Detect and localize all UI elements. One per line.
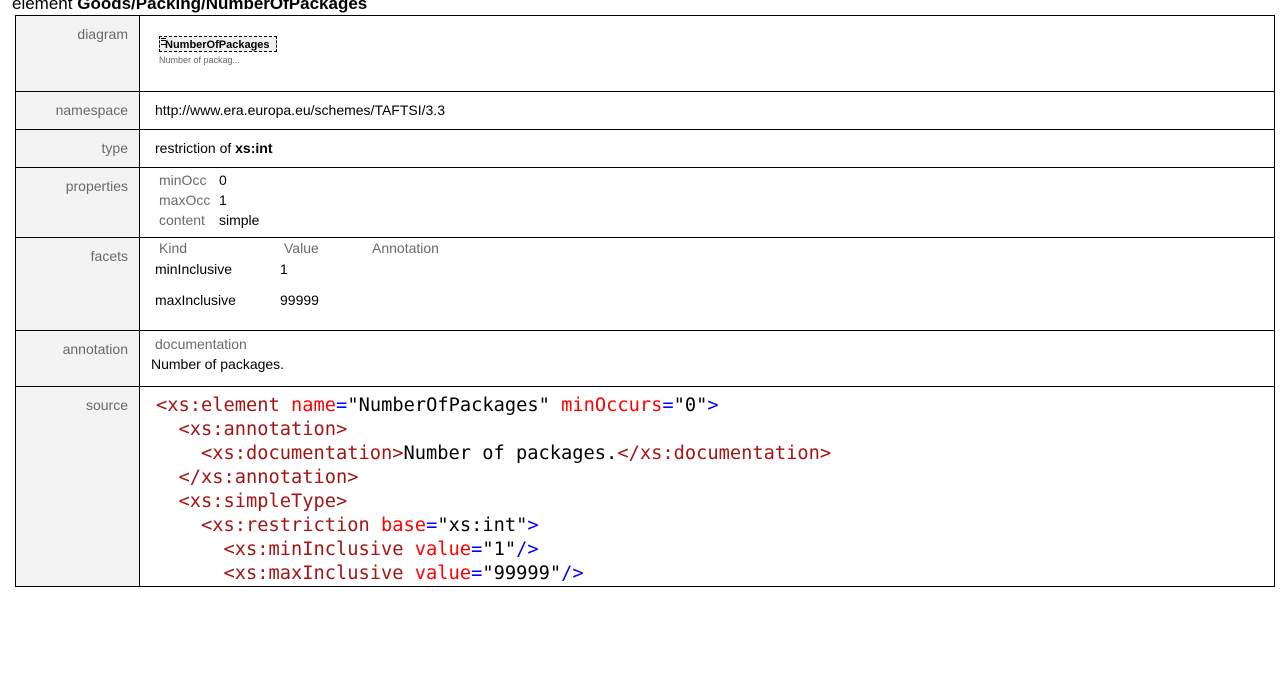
code-bracket: /> — [516, 539, 539, 560]
code-text: Number of packages. — [403, 443, 618, 464]
source-cell: <xs:element name="NumberOfPackages" minO… — [139, 386, 1275, 587]
code-tag: <xs:maxInclusive — [223, 563, 404, 584]
property-key: minOcc — [159, 172, 207, 188]
page-title: element Goods/Packing/NumberOfPackages — [12, 0, 367, 14]
source-label: source — [15, 386, 140, 587]
facet-col-value: Value — [284, 240, 319, 256]
property-minocc: minOcc 0 — [159, 170, 1274, 190]
code-attr: minOccurs — [561, 395, 663, 416]
code-attr-value: "1" — [482, 539, 517, 560]
type-value: restriction of xs:int — [139, 129, 1275, 168]
type-label: type — [15, 129, 140, 168]
code-tag: <xs:simpleType> — [178, 491, 348, 512]
code-tag: <xs:minInclusive — [223, 539, 404, 560]
facets-row: facets Kind Value Annotation minInclusiv… — [15, 237, 1275, 331]
code-tag: </xs:annotation> — [178, 467, 359, 488]
code-attr-value: "NumberOfPackages" — [347, 395, 550, 416]
facet-value: 99999 — [280, 292, 319, 308]
type-base-link[interactable]: xs:int — [235, 140, 272, 156]
namespace-value: http://www.era.europa.eu/schemes/TAFTSI/… — [139, 91, 1275, 130]
facet-row: maxInclusive 99999 — [155, 290, 1274, 310]
annotation-text: Number of packages. — [151, 356, 285, 372]
facet-value: 1 — [280, 261, 288, 277]
code-tag: <xs:annotation> — [178, 419, 348, 440]
code-tag: </xs:documentation> — [617, 443, 832, 464]
facets-header: Kind Value Annotation — [159, 239, 1274, 257]
properties-row: properties minOcc 0 maxOcc 1 content sim… — [15, 167, 1275, 238]
code-bracket: > — [527, 515, 539, 536]
code-attr: value — [414, 539, 472, 560]
annotation-heading: documentation — [155, 336, 247, 352]
property-value: simple — [219, 212, 260, 228]
property-key: maxOcc — [159, 192, 211, 208]
facet-col-kind: Kind — [159, 240, 188, 256]
facets-cell: Kind Value Annotation minInclusive 1 max… — [139, 237, 1275, 331]
facet-col-annotation: Annotation — [372, 240, 439, 256]
diagram-caption: Number of packag... — [159, 55, 241, 65]
code-attr: base — [381, 515, 427, 536]
code-bracket: > — [707, 395, 719, 416]
property-content: content simple — [159, 210, 1274, 230]
source-row: source <xs:element name="NumberOfPackage… — [15, 386, 1275, 587]
code-attr: name — [291, 395, 337, 416]
code-tag: <xs:element — [156, 395, 280, 416]
code-attr: value — [414, 563, 472, 584]
annotation-label: annotation — [15, 330, 140, 387]
code-attr-value: "99999" — [482, 563, 562, 584]
properties-label: properties — [15, 167, 140, 238]
type-row: type restriction of xs:int — [15, 129, 1275, 168]
type-prefix: restriction of — [155, 140, 232, 156]
element-doc-table: diagram NumberOfPackages Number of packa… — [15, 15, 1275, 587]
code-bracket: /> — [561, 563, 584, 584]
diagram-element-box[interactable]: NumberOfPackages — [159, 36, 277, 52]
diagram-element-name: NumberOfPackages — [165, 39, 270, 51]
code-attr-value: "0" — [673, 395, 708, 416]
facet-kind: minInclusive — [155, 261, 233, 277]
property-maxocc: maxOcc 1 — [159, 190, 1274, 210]
annotation-cell: documentation Number of packages. — [139, 330, 1275, 387]
code-tag: <xs:documentation> — [201, 443, 404, 464]
facet-kind: maxInclusive — [155, 292, 236, 308]
sequence-icon — [161, 38, 166, 45]
property-value: 1 — [219, 192, 227, 208]
diagram-cell: NumberOfPackages Number of packag... — [139, 15, 1275, 92]
source-code: <xs:element name="NumberOfPackages" minO… — [156, 395, 832, 584]
code-tag: <xs:restriction — [201, 515, 370, 536]
annotation-row: annotation documentation Number of packa… — [15, 330, 1275, 387]
diagram-row: diagram NumberOfPackages Number of packa… — [15, 15, 1275, 92]
properties-cell: minOcc 0 maxOcc 1 content simple — [139, 167, 1275, 238]
property-value: 0 — [219, 172, 227, 188]
namespace-row: namespace http://www.era.europa.eu/schem… — [15, 91, 1275, 130]
code-attr-value: "xs:int" — [437, 515, 528, 536]
property-key: content — [159, 212, 205, 228]
facets-label: facets — [15, 237, 140, 331]
diagram-label: diagram — [15, 15, 140, 92]
page-title-prefix: element — [12, 0, 73, 13]
facet-row: minInclusive 1 — [155, 259, 1274, 279]
namespace-label: namespace — [15, 91, 140, 130]
page-title-path: Goods/Packing/NumberOfPackages — [77, 0, 368, 13]
